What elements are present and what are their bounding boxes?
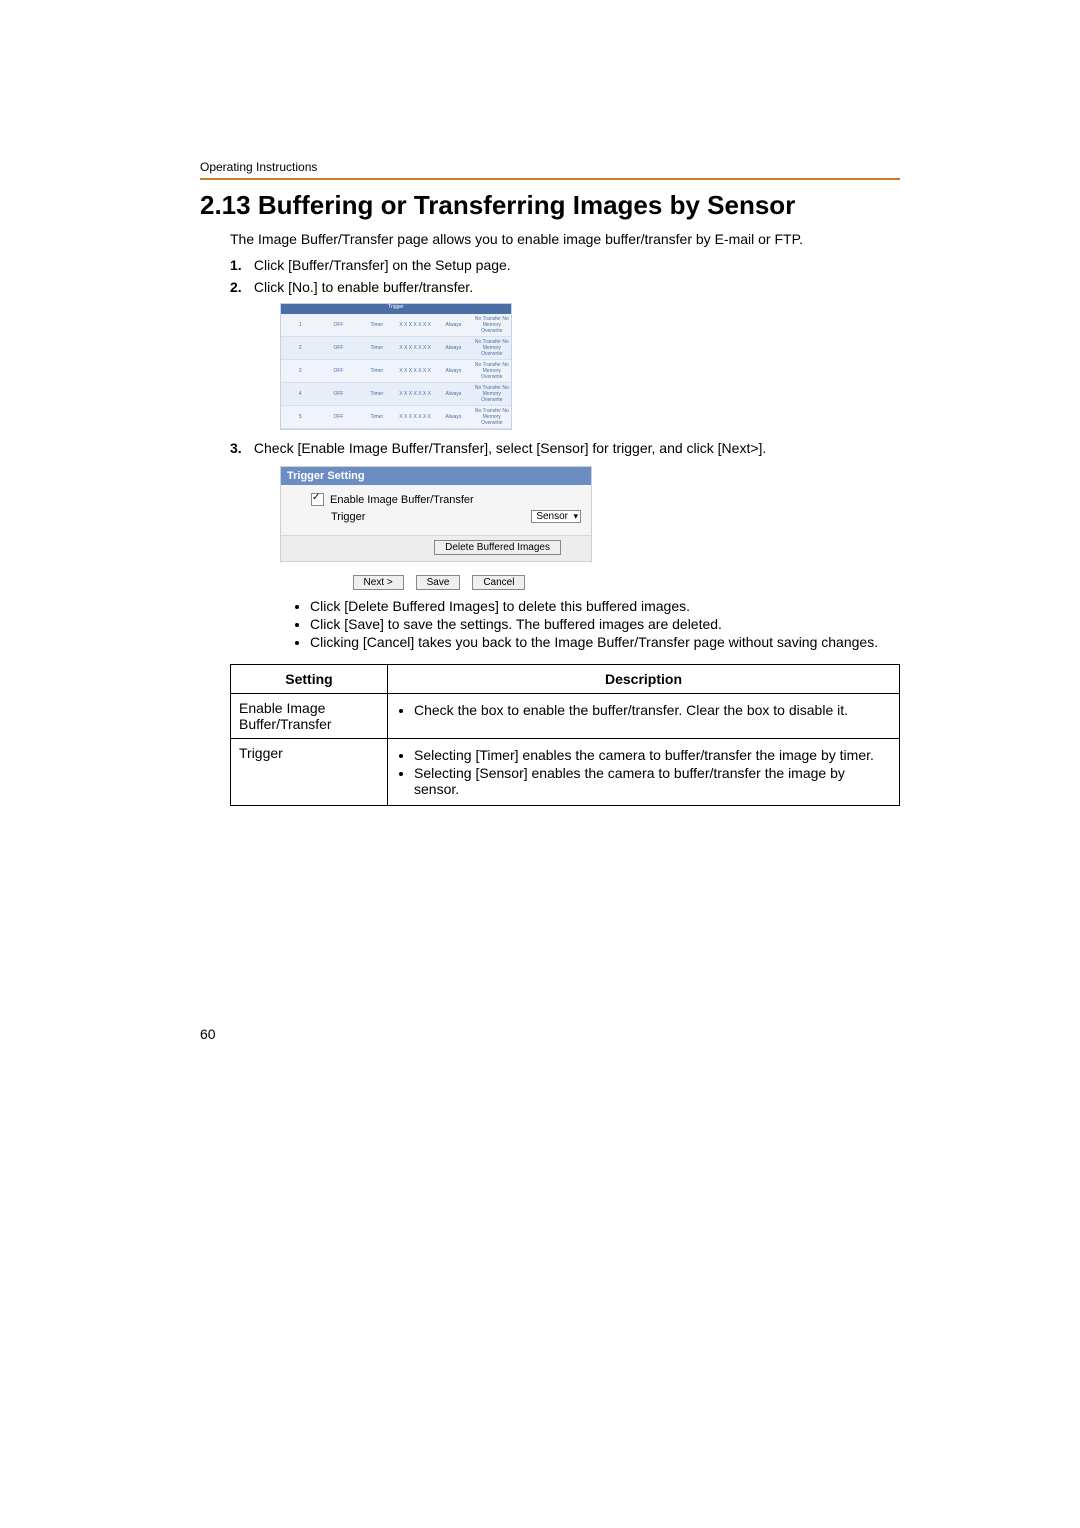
cell-desc-1: Check the box to enable the buffer/trans… [388,694,900,739]
tt-r4-active: Always [434,391,472,397]
cancel-button[interactable]: Cancel [472,575,525,590]
tt-r4-status: OFF [319,391,357,397]
bullet-2: Click [Save] to save the settings. The b… [310,616,900,632]
header-label: Operating Instructions [200,160,900,174]
page-title: 2.13 Buffering or Transferring Images by… [200,190,900,221]
tt-r5-active: Always [434,414,472,420]
step-1: 1. Click [Buffer/Transfer] on the Setup … [230,257,900,273]
tt-r4-no: 4 [281,391,319,397]
tt-r2-active: Always [434,345,472,351]
tt-r2-days: X X X X X X X [396,345,434,351]
step-2: 2. Click [No.] to enable buffer/transfer… [230,279,900,430]
tt-r5-trigger: Timer [358,414,396,420]
step-2-num: 2. [230,279,250,295]
tt-r1-trigger: Timer [358,322,396,328]
tt-r3-no: 3 [281,368,319,374]
tt-r4-days: X X X X X X X [396,391,434,397]
th-setting: Setting [231,665,388,694]
bullet-1: Click [Delete Buffered Images] to delete… [310,598,900,614]
tt-r5-days: X X X X X X X [396,414,434,420]
tt-r3-trigger: Timer [358,368,396,374]
tt-r3-method: No Transfer No Memory Overwrite [473,362,511,380]
step-2-text: Click [No.] to enable buffer/transfer. [254,279,473,295]
step-3-text: Check [Enable Image Buffer/Transfer], se… [254,440,766,456]
cell-desc-2-item-1: Selecting [Timer] enables the camera to … [414,747,891,763]
next-button[interactable]: Next > [353,575,404,590]
tt-r2-no: 2 [281,345,319,351]
tt-r3-active: Always [434,368,472,374]
tt-r2-trigger: Timer [358,345,396,351]
step-3: 3. Check [Enable Image Buffer/Transfer],… [230,440,900,650]
tt-r5-status: OFF [319,414,357,420]
save-button[interactable]: Save [416,575,461,590]
cell-desc-2: Selecting [Timer] enables the camera to … [388,739,900,806]
tt-r4-trigger: Timer [358,391,396,397]
tt-head-title: Trigger [281,304,511,314]
cell-setting-2: Trigger [231,739,388,806]
header-rule [200,178,900,180]
cell-desc-2-item-2: Selecting [Sensor] enables the camera to… [414,765,891,797]
enable-label: Enable Image Buffer/Transfer [330,494,581,506]
cell-desc-1-item-1: Check the box to enable the buffer/trans… [414,702,891,718]
step-1-text: Click [Buffer/Transfer] on the Setup pag… [254,257,511,273]
tt-r1-method: No Transfer No Memory Overwrite [473,316,511,334]
delete-buffered-images-button[interactable]: Delete Buffered Images [434,540,561,555]
trigger-select[interactable]: Sensor [531,510,581,523]
trigger-setting-panel: Trigger Setting Enable Image Buffer/Tran… [280,466,592,562]
bullet-3: Clicking [Cancel] takes you back to the … [310,634,900,650]
tt-r2-status: OFF [319,345,357,351]
enable-checkbox[interactable] [311,493,324,506]
tt-r5-no: 5 [281,414,319,420]
tt-r3-status: OFF [319,368,357,374]
tt-r4-method: No Transfer No Memory Overwrite [473,385,511,403]
tt-r5-method: No Transfer No Memory Overwrite [473,408,511,426]
table-row: Trigger Selecting [Timer] enables the ca… [231,739,900,806]
settings-table: Setting Description Enable Image Buffer/… [230,664,900,806]
intro-text: The Image Buffer/Transfer page allows yo… [200,231,900,247]
step-1-num: 1. [230,257,250,273]
tt-r1-no: 1 [281,322,319,328]
tt-r1-status: OFF [319,322,357,328]
tt-r3-days: X X X X X X X [396,368,434,374]
tt-r1-active: Always [434,322,472,328]
page-number: 60 [200,1026,900,1042]
trigger-table-screenshot: Trigger 1 OFF Timer X X X X X X X Always… [280,303,512,430]
table-row: Enable Image Buffer/Transfer Check the b… [231,694,900,739]
th-description: Description [388,665,900,694]
tt-r2-method: No Transfer No Memory Overwrite [473,339,511,357]
trigger-setting-header: Trigger Setting [281,467,591,485]
trigger-label: Trigger [311,511,531,523]
step-3-num: 3. [230,440,250,456]
tt-r1-days: X X X X X X X [396,322,434,328]
cell-setting-1: Enable Image Buffer/Transfer [231,694,388,739]
